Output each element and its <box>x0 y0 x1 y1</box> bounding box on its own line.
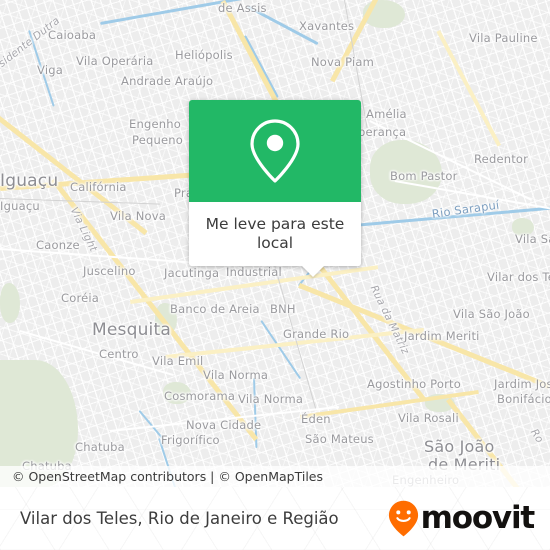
destination-callout[interactable]: Me leve para este local <box>189 100 361 277</box>
callout-header <box>189 100 361 202</box>
map-attribution-bar: © OpenStreetMap contributors | © OpenMap… <box>0 466 550 487</box>
moovit-logo[interactable]: moovit <box>388 500 536 537</box>
park-area <box>0 283 20 323</box>
callout-body: Me leve para este local <box>189 202 361 266</box>
map-pin-icon <box>250 119 300 183</box>
map-canvas[interactable]: de Assis Caioaba Xavantes Vila Pauline Vila … <box>0 0 550 487</box>
moovit-wordmark: moovit <box>420 500 536 536</box>
footer-bar: Vilar dos Teles, Rio de Janeiro e Região… <box>0 487 550 550</box>
park-area <box>163 382 191 404</box>
moovit-map-screen: de Assis Caioaba Xavantes Vila Pauline Vila … <box>0 0 550 550</box>
callout-pointer <box>301 265 325 277</box>
attribution-text[interactable]: © OpenStreetMap contributors | © OpenMap… <box>12 469 323 484</box>
footer-location-title: Vilar dos Teles, Rio de Janeiro e Região <box>20 509 339 528</box>
park-area <box>512 218 534 236</box>
moovit-smiley-pin-icon <box>388 500 418 537</box>
callout-text: Me leve para este local <box>205 215 345 252</box>
